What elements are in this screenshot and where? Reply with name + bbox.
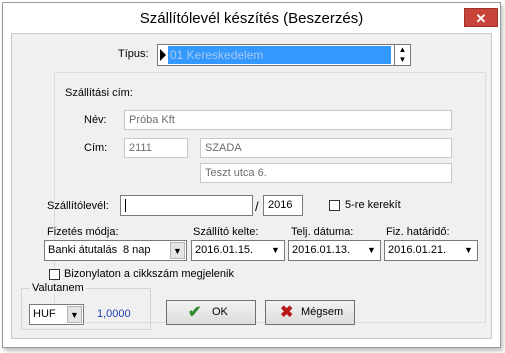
tipus-field[interactable]: 01 Kereskedelem (157, 44, 395, 66)
title-bar: Szállítólevél készítés (Beszerzés) ✕ (3, 3, 500, 33)
issue-date-label: Szállító kelte: (193, 226, 259, 238)
payment-method-value: Banki átutalás (48, 244, 118, 256)
issue-date-value: 2016.01.15. (195, 244, 254, 256)
dialog-body: Típus: 01 Kereskedelem ▲ ▼ Szállítási cí… (11, 33, 492, 339)
payment-method-combo[interactable]: Banki átutalás 8 nap ▼ (44, 240, 187, 261)
cancel-button[interactable]: ✖ Mégsem (265, 300, 355, 325)
due-date-label: Fiz. határidő: (386, 226, 450, 238)
text-caret (125, 198, 126, 212)
round-to-5-checkbox[interactable] (329, 200, 340, 211)
close-button[interactable]: ✕ (464, 8, 498, 27)
chevron-down-icon[interactable]: ▼ (268, 242, 283, 259)
payment-method-label: Fizetés módja: (47, 226, 119, 238)
delivery-note-number-field[interactable] (120, 195, 253, 216)
city-field[interactable]: SZADA (200, 138, 452, 158)
voucher-item-number-label: Bizonylaton a cikkszám megjelenik (64, 268, 234, 280)
dialog-window: Szállítólevél készítés (Beszerzés) ✕ Típ… (2, 2, 501, 348)
fulfilment-date-picker[interactable]: 2016.01.13. ▼ (288, 240, 381, 261)
name-label: Név: (84, 114, 107, 126)
number-year-separator: / (255, 199, 259, 214)
tipus-label: Típus: (118, 48, 149, 60)
payment-days-value: 8 nap (123, 244, 151, 256)
details-panel: Szállítási cím: Név: Próba Kft Cím: 2111… (44, 72, 486, 323)
round-to-5-label: 5-re kerekít (345, 199, 401, 211)
check-icon: ✔ (188, 304, 202, 321)
x-icon: ✖ (280, 304, 294, 321)
voucher-item-number-checkbox[interactable] (49, 269, 60, 280)
fulfilment-date-label: Telj. dátuma: (291, 226, 354, 238)
zip-field[interactable]: 2111 (124, 138, 188, 158)
issue-date-picker[interactable]: 2016.01.15. ▼ (191, 240, 285, 261)
cancel-button-label: Mégsem (301, 306, 344, 318)
chevron-down-icon[interactable]: ▼ (461, 242, 476, 259)
currency-value: HUF (33, 308, 56, 320)
currency-group-label: Valutanem (30, 282, 86, 294)
window-title: Szállítólevél készítés (Beszerzés) (139, 10, 364, 27)
exchange-rate-value: 1,0000 (97, 308, 131, 320)
row-pointer-icon (160, 49, 166, 61)
tipus-spinner[interactable]: ▲ ▼ (395, 44, 411, 66)
chevron-down-icon[interactable]: ▼ (170, 242, 185, 259)
address-label: Cím: (84, 142, 108, 154)
tipus-value: 01 Kereskedelem (168, 46, 391, 64)
chevron-up-icon[interactable]: ▲ (395, 45, 410, 55)
chevron-down-icon[interactable]: ▼ (395, 55, 410, 65)
currency-group: Valutanem HUF ▼ 1,0000 (21, 282, 151, 330)
name-field[interactable]: Próba Kft (124, 110, 452, 130)
due-date-value: 2016.01.21. (388, 244, 447, 256)
currency-combo[interactable]: HUF ▼ (29, 304, 84, 325)
close-icon: ✕ (475, 11, 487, 26)
delivery-note-label: Szállítólevél: (47, 200, 109, 212)
street-field[interactable]: Teszt utca 6. (200, 163, 452, 183)
fulfilment-date-value: 2016.01.13. (292, 244, 351, 256)
ok-button[interactable]: ✔ OK (166, 300, 256, 325)
ok-button-label: OK (212, 306, 228, 318)
delivery-note-year-field[interactable]: 2016 (263, 195, 303, 216)
shipping-address-heading: Szállítási cím: (65, 87, 133, 99)
chevron-down-icon[interactable]: ▼ (364, 242, 379, 259)
due-date-picker[interactable]: 2016.01.21. ▼ (384, 240, 478, 261)
chevron-down-icon[interactable]: ▼ (67, 306, 82, 323)
